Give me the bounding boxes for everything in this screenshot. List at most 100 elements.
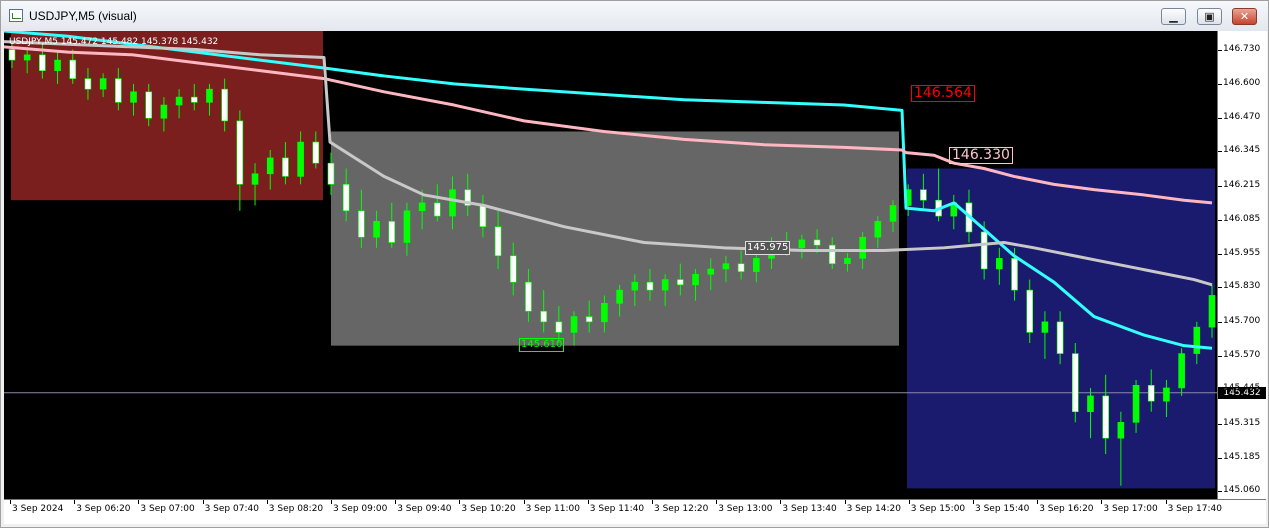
time-tick-mark bbox=[459, 500, 461, 504]
bull-candle bbox=[251, 173, 259, 185]
bear-candle bbox=[479, 205, 487, 227]
time-tick-label: 3 Sep 13:00 bbox=[718, 504, 773, 514]
price-tick-mark bbox=[1218, 185, 1222, 187]
price-tick-label: 146.085 bbox=[1223, 214, 1261, 225]
bear-candle bbox=[540, 310, 547, 323]
bear-candle bbox=[1026, 289, 1034, 333]
price-tick-label: 145.955 bbox=[1223, 248, 1261, 259]
bear-candle bbox=[1056, 321, 1064, 354]
bear-candle bbox=[509, 255, 517, 283]
bear-candle bbox=[585, 316, 593, 323]
bull-candle bbox=[859, 236, 866, 259]
price-tick-label: 146.470 bbox=[1223, 112, 1261, 123]
bear-candle bbox=[8, 49, 16, 61]
bull-candle bbox=[1163, 387, 1170, 402]
time-tick-label: 3 Sep 12:20 bbox=[654, 504, 709, 514]
bear-candle bbox=[1071, 353, 1079, 413]
price-tick-mark bbox=[1218, 49, 1222, 51]
bear-candle bbox=[282, 157, 289, 177]
bear-candle bbox=[69, 59, 77, 79]
time-tick-mark bbox=[1101, 500, 1103, 504]
candlestick-chart[interactable] bbox=[4, 31, 1217, 499]
price-tick-label: 145.060 bbox=[1223, 485, 1261, 496]
chart-window: USDJPY,M5 (visual) ▁ ▣ ✕ USDJPY,M5 145.4… bbox=[0, 0, 1269, 528]
time-tick-label: 3 Sep 14:20 bbox=[846, 504, 901, 514]
bull-candle bbox=[844, 258, 851, 264]
time-tick-label: 3 Sep 17:00 bbox=[1103, 504, 1158, 514]
title-bar[interactable]: USDJPY,M5 (visual) ▁ ▣ ✕ bbox=[1, 1, 1268, 31]
bull-candle bbox=[297, 141, 304, 177]
time-tick-mark bbox=[973, 500, 974, 504]
time-tick-label: 3 Sep 15:00 bbox=[910, 504, 966, 514]
bull-candle bbox=[373, 221, 380, 238]
level-label-mid: 145.975 bbox=[745, 241, 791, 256]
bear-candle bbox=[555, 321, 563, 333]
price-tick-label: 145.570 bbox=[1223, 350, 1261, 361]
bull-candle bbox=[1087, 395, 1094, 413]
close-button[interactable]: ✕ bbox=[1232, 8, 1257, 25]
time-tick-mark bbox=[1165, 500, 1167, 504]
bull-candle bbox=[1208, 295, 1216, 328]
bull-candle bbox=[54, 59, 61, 71]
time-tick-label: 3 Sep 15:40 bbox=[975, 504, 1030, 514]
time-tick-label: 3 Sep 16:20 bbox=[1039, 504, 1094, 514]
bull-candle bbox=[692, 273, 699, 286]
price-tick-label: 145.445 bbox=[1223, 383, 1261, 394]
zone-box-gray bbox=[331, 131, 899, 346]
bear-candle bbox=[190, 96, 198, 103]
price-tick-label: 146.730 bbox=[1223, 43, 1261, 54]
bull-candle bbox=[418, 202, 426, 212]
restore-button[interactable]: ▣ bbox=[1197, 8, 1222, 25]
bear-candle bbox=[980, 231, 988, 270]
bear-candle bbox=[920, 189, 927, 201]
price-tick-mark bbox=[1218, 356, 1222, 358]
time-tick-mark bbox=[10, 500, 11, 504]
time-tick-mark bbox=[266, 500, 268, 504]
bull-candle bbox=[889, 205, 897, 222]
price-tick-label: 145.830 bbox=[1223, 281, 1261, 292]
minimize-button[interactable]: ▁ bbox=[1161, 8, 1186, 25]
bull-candle bbox=[1117, 422, 1125, 439]
bull-candle bbox=[130, 91, 137, 103]
bear-candle bbox=[646, 281, 654, 291]
bull-candle bbox=[206, 88, 213, 103]
bear-candle bbox=[828, 244, 836, 264]
time-tick-label: 3 Sep 11:40 bbox=[589, 504, 645, 514]
bear-candle bbox=[221, 88, 228, 122]
time-tick-mark bbox=[587, 500, 589, 504]
bear-candle bbox=[1147, 385, 1155, 402]
bull-candle bbox=[707, 268, 715, 275]
bull-candle bbox=[1193, 326, 1201, 354]
bear-candle bbox=[677, 279, 684, 286]
time-axis[interactable]: 3 Sep 2024 3 Sep 06:20 3 Sep 07:00 3 Sep 07… bbox=[4, 499, 1266, 524]
bear-candle bbox=[1011, 258, 1018, 291]
bull-candle bbox=[266, 157, 274, 175]
bear-candle bbox=[342, 184, 350, 212]
price-tick-mark bbox=[1218, 220, 1222, 222]
chart-area[interactable] bbox=[4, 31, 1217, 499]
bull-candle bbox=[631, 281, 639, 291]
bull-candle bbox=[798, 239, 806, 249]
chart-header: USDJPY,M5 145.472 145.482 145.378 145.43… bbox=[9, 37, 219, 47]
bear-candle bbox=[434, 202, 441, 217]
level-label-high-right: 146.330 bbox=[949, 147, 1013, 165]
bear-candle bbox=[1102, 395, 1109, 439]
time-tick-label: 3 Sep 2024 bbox=[12, 504, 64, 514]
bull-candle bbox=[661, 279, 669, 291]
price-tick-label: 146.345 bbox=[1223, 145, 1261, 156]
price-tick-mark bbox=[1218, 287, 1222, 289]
bear-candle bbox=[236, 120, 244, 185]
bull-candle bbox=[1178, 353, 1185, 389]
time-tick-mark bbox=[331, 500, 332, 504]
chart-window-icon bbox=[9, 9, 23, 22]
price-axis[interactable]: 145.432 146.730 146.600 146.470 146.345 146.… bbox=[1217, 31, 1267, 499]
bull-candle bbox=[753, 258, 760, 272]
time-tick-label: 3 Sep 08:20 bbox=[268, 504, 324, 514]
price-tick-mark bbox=[1218, 83, 1222, 85]
time-tick-label: 3 Sep 09:40 bbox=[397, 504, 452, 514]
bull-candle bbox=[449, 189, 456, 217]
bull-candle bbox=[722, 263, 730, 270]
bull-candle bbox=[874, 221, 882, 238]
price-tick-label: 145.700 bbox=[1223, 315, 1261, 326]
level-label-low: 145.610 bbox=[519, 337, 565, 352]
